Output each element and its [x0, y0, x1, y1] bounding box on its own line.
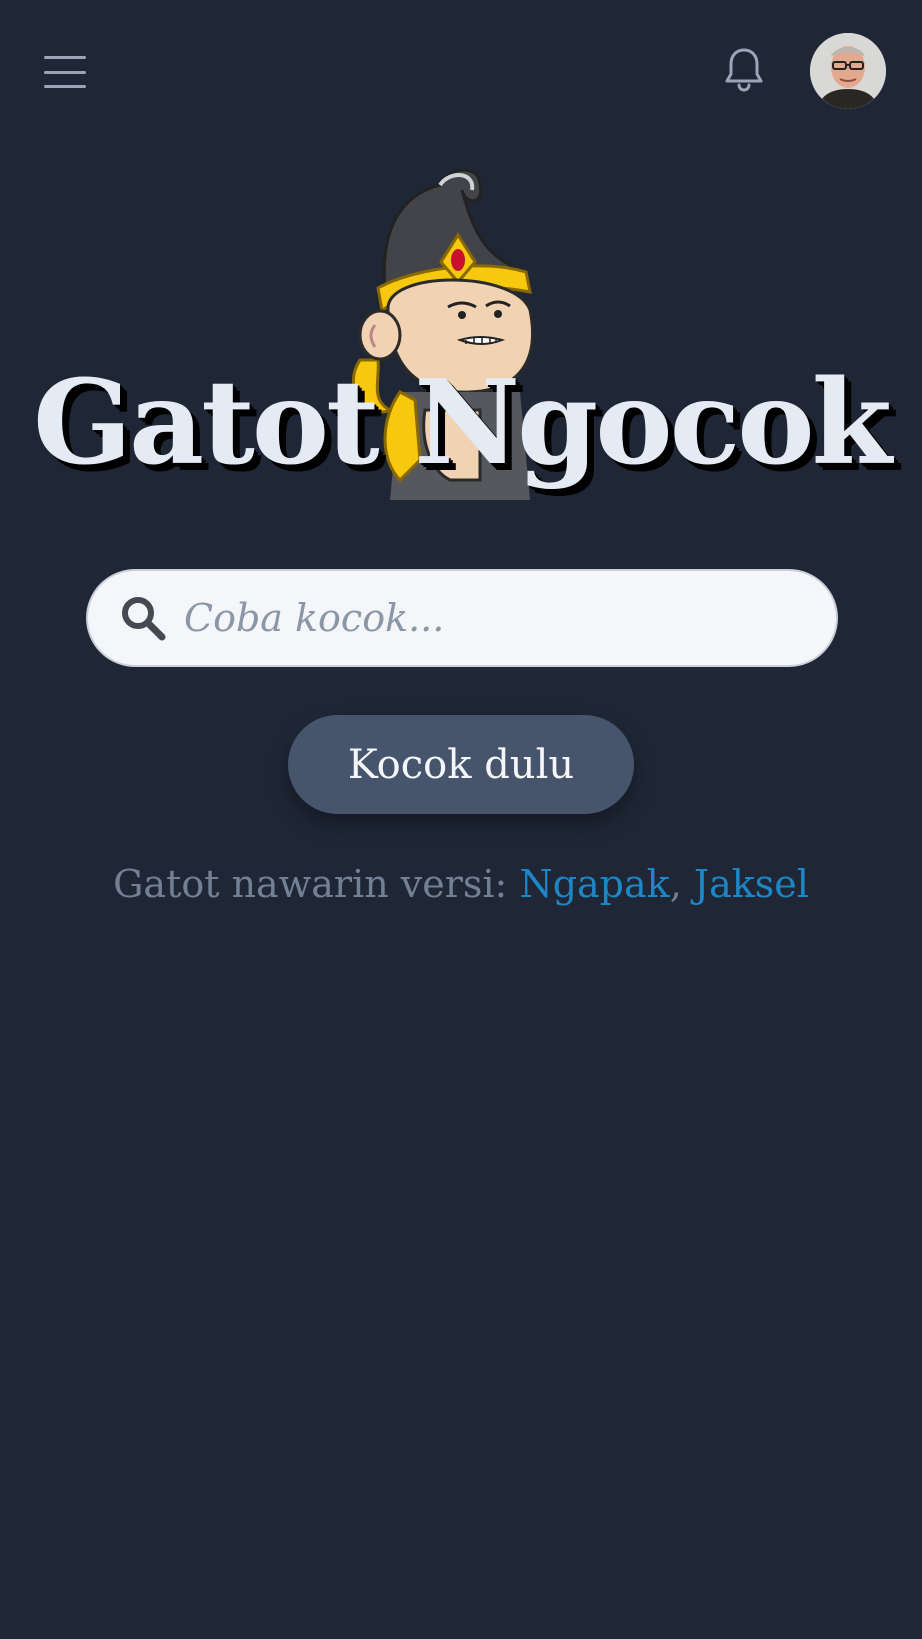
bell-icon-svg — [725, 48, 763, 92]
top-bar — [0, 0, 922, 140]
version-link-jaksel[interactable]: Jaksel — [694, 862, 809, 906]
version-options: Gatot nawarin versi: Ngapak, Jaksel — [0, 862, 922, 906]
page-title: Gatot Ngocok — [32, 355, 892, 491]
search-input[interactable] — [182, 577, 806, 659]
menu-line — [44, 56, 86, 59]
version-link-ngapak[interactable]: Ngapak — [519, 862, 669, 906]
kocok-dulu-button[interactable]: Kocok dulu — [288, 715, 634, 814]
search-icon — [122, 597, 166, 641]
search-bar[interactable] — [86, 569, 838, 667]
version-separator: , — [669, 862, 694, 906]
hamburger-menu-icon[interactable] — [40, 50, 90, 94]
avatar-photo — [810, 33, 886, 109]
hero-section: Gatot Ngocok — [0, 150, 922, 520]
avatar[interactable] — [810, 33, 886, 109]
menu-line — [44, 85, 86, 88]
version-prefix: Gatot nawarin versi: — [113, 862, 520, 906]
menu-line — [44, 70, 86, 74]
bell-icon[interactable] — [718, 44, 770, 96]
